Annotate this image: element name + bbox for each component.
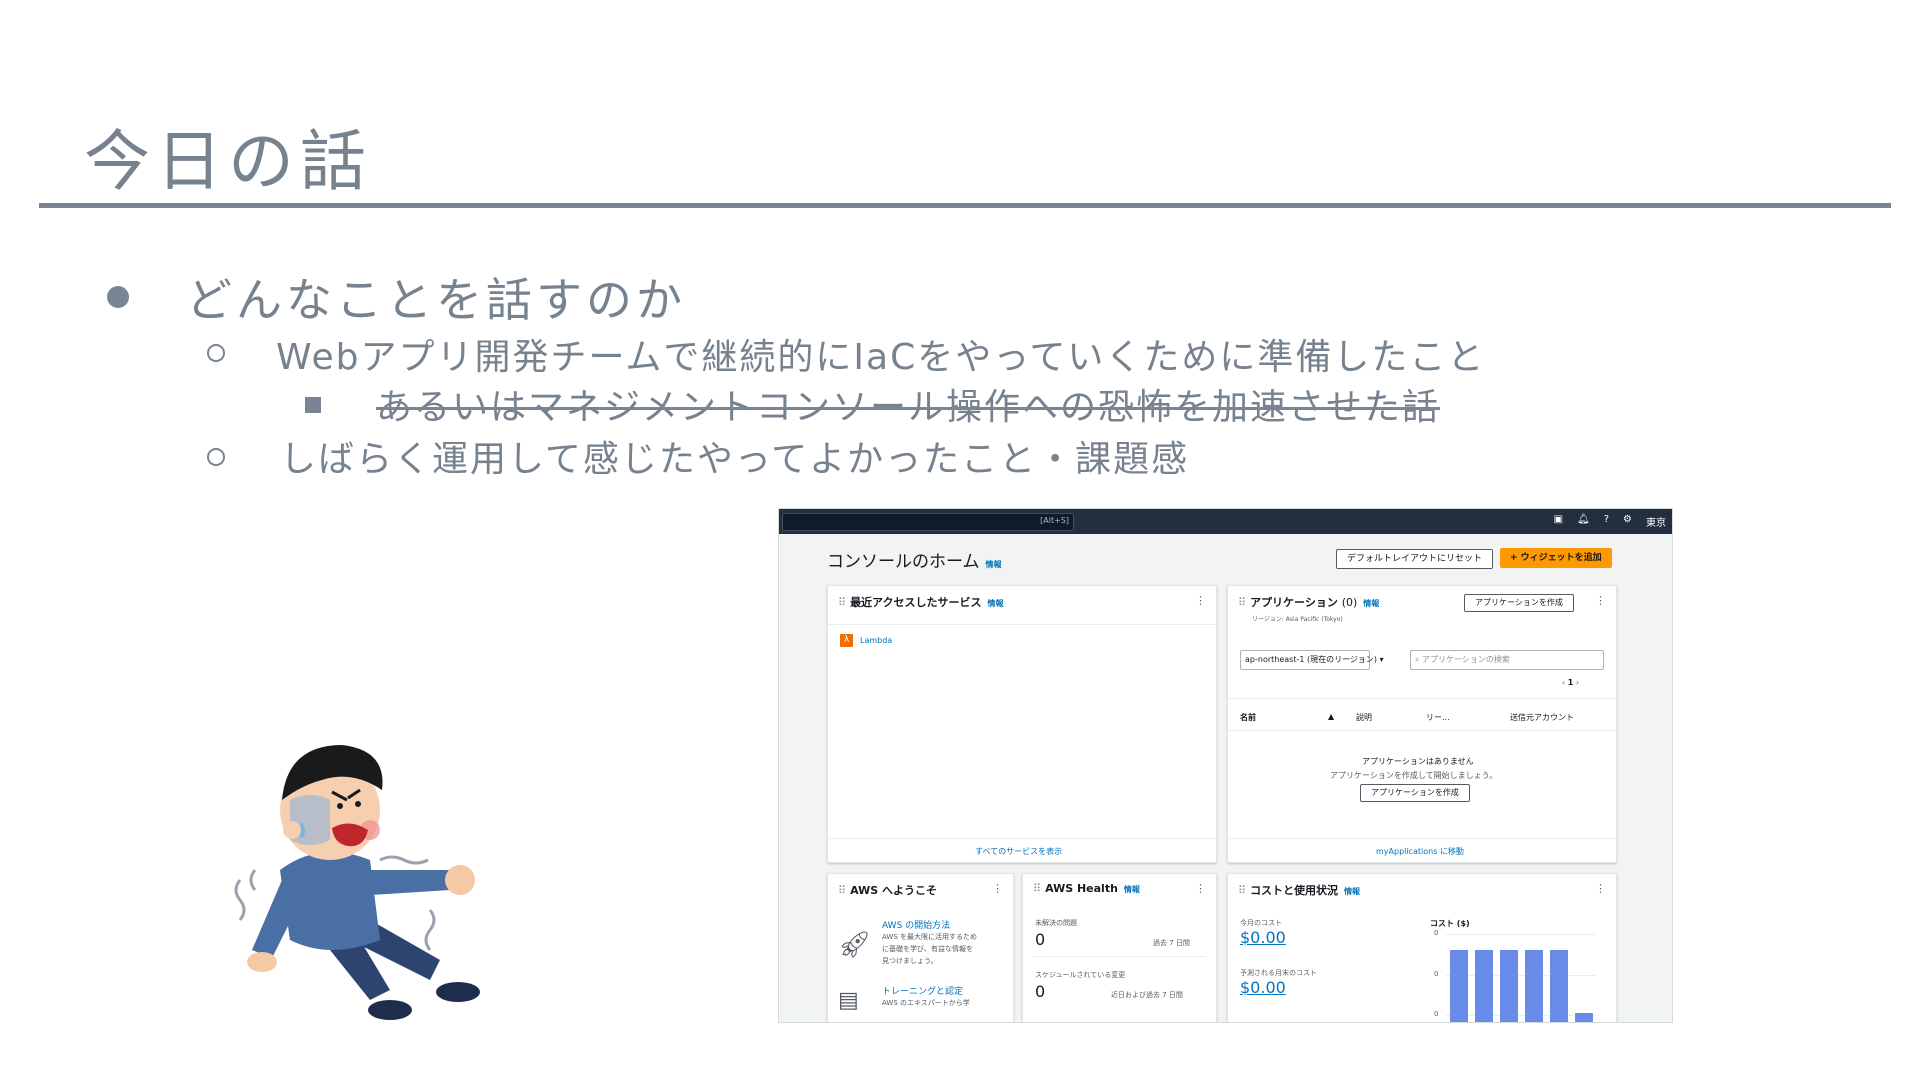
certificate-icon: ▤ xyxy=(838,988,859,1013)
column-header-region[interactable]: リー... xyxy=(1426,712,1450,723)
y-tick-label: 0 xyxy=(1434,969,1439,978)
title-divider xyxy=(39,203,1891,208)
search-shortcut-hint: [Alt+S] xyxy=(1040,516,1069,525)
applications-card: ⠿ アプリケーション (0) 情報 リージョン: Asia Pacific (Tok… xyxy=(1227,585,1617,863)
region-select[interactable]: ap-northeast-1 (現在のリージョン) ▾ xyxy=(1240,650,1384,670)
open-issues-value: 0 xyxy=(1035,930,1046,949)
drag-handle-icon[interactable]: ⠿ xyxy=(1238,884,1246,897)
welcome-desc-line: 見つけましょう。 xyxy=(882,957,938,965)
current-month-cost-value[interactable]: $0.00 xyxy=(1240,928,1286,947)
card-title: ⠿ コストと使用状況 情報 xyxy=(1238,884,1361,897)
frightened-man-illustration xyxy=(234,745,480,1020)
bullet-dot xyxy=(107,286,129,308)
forecast-cost-label: 予測される月末のコスト xyxy=(1240,969,1317,977)
help-icon[interactable]: ? xyxy=(1604,514,1609,529)
cost-bar[interactable] xyxy=(1475,950,1493,1022)
search-input[interactable]: [Alt+S] xyxy=(782,513,1074,531)
info-link[interactable]: 情報 xyxy=(1124,885,1140,894)
card-title: ⠿ AWS Health 情報 xyxy=(1033,882,1140,895)
cost-usage-card: ⠿ コストと使用状況 情報 ⋮ 今月のコスト $0.00 予測される月末のコスト $… xyxy=(1227,873,1617,1022)
current-month-cost-label: 今月のコスト xyxy=(1240,919,1282,927)
bullet-level1: どんなことを話すのか xyxy=(186,273,686,327)
drag-handle-icon[interactable]: ⠿ xyxy=(838,596,846,609)
console-home-title: コンソールのホーム 情報 xyxy=(827,552,1002,572)
column-header-source-account[interactable]: 送信元アカウント xyxy=(1510,712,1574,723)
info-link[interactable]: 情報 xyxy=(986,560,1002,569)
gridline xyxy=(1446,1015,1596,1016)
training-certification-link[interactable]: トレーニングと認定 xyxy=(882,984,963,997)
forecast-cost-value[interactable]: $0.00 xyxy=(1240,978,1286,997)
bullet-level3-struck: あるいはマネジメントコンソール操作への恐怖を加速させた話 xyxy=(376,387,1441,428)
aws-console-screenshot: [Alt+S] ▣ 🔔︎ ? ⚙ 東京 コンソールのホーム 情報 デフォルトレイア… xyxy=(778,508,1673,1023)
cost-chart-title: コスト ($) xyxy=(1430,919,1470,928)
add-widget-button[interactable]: + ウィジェットを追加 xyxy=(1500,548,1612,568)
scheduled-changes-value: 0 xyxy=(1035,982,1046,1001)
apps-region-label: リージョン: Asia Pacific (Tokyo) xyxy=(1252,616,1343,623)
cost-bar[interactable] xyxy=(1550,950,1568,1022)
bullet-square xyxy=(305,397,321,413)
view-all-services-link[interactable]: すべてのサービスを表示 xyxy=(975,846,1062,857)
gridline xyxy=(1446,934,1596,935)
cost-bar[interactable] xyxy=(1525,950,1543,1022)
more-options-icon[interactable]: ⋮ xyxy=(1595,882,1606,895)
bullet-level2-retro: しばらく運用して感じたやってよかったこと・課題感 xyxy=(280,439,1190,480)
lambda-icon: λ xyxy=(840,634,853,647)
info-link[interactable]: 情報 xyxy=(988,599,1004,608)
getting-started-link[interactable]: AWS の開始方法 xyxy=(882,918,950,931)
empty-state-title: アプリケーションはありません xyxy=(1362,757,1474,766)
card-title: ⠿ アプリケーション (0) 情報 xyxy=(1238,596,1380,609)
console-topbar: [Alt+S] ▣ 🔔︎ ? ⚙ 東京 xyxy=(779,509,1672,534)
column-header-description[interactable]: 説明 xyxy=(1356,712,1372,723)
myapplications-link[interactable]: myApplications に移動 xyxy=(1376,846,1464,857)
drag-handle-icon[interactable]: ⠿ xyxy=(1238,596,1246,609)
bullet-ring xyxy=(207,344,225,362)
empty-create-application-button[interactable]: アプリケーションを作成 xyxy=(1360,784,1470,802)
drag-handle-icon[interactable]: ⠿ xyxy=(838,884,846,897)
open-issues-label: 未解決の問題 xyxy=(1035,919,1077,927)
rocket-icon: 🚀︎ xyxy=(838,930,872,960)
bullet-level2-iac-prep: Webアプリ開発チームで継続的にIaCをやっていくために準備したこと xyxy=(276,337,1486,378)
info-link[interactable]: 情報 xyxy=(1363,599,1379,608)
pagination[interactable]: ‹ 1 › xyxy=(1562,678,1579,687)
drag-handle-icon[interactable]: ⠿ xyxy=(1033,882,1041,895)
card-title: ⠿ AWS へようこそ xyxy=(838,884,937,897)
reset-layout-button[interactable]: デフォルトレイアウトにリセット xyxy=(1336,549,1494,569)
region-selector[interactable]: 東京 xyxy=(1646,514,1666,529)
bullet-ring xyxy=(207,448,225,466)
card-title: ⠿ 最近アクセスしたサービス 情報 xyxy=(838,596,1004,609)
more-options-icon[interactable]: ⋮ xyxy=(1195,882,1206,895)
welcome-desc-line: AWS のエキスパートから学 xyxy=(882,999,970,1007)
more-options-icon[interactable]: ⋮ xyxy=(1195,594,1206,607)
scheduled-changes-label: スケジュールされている変更 xyxy=(1035,971,1126,979)
y-tick-label: 0 xyxy=(1434,929,1439,937)
more-options-icon[interactable]: ⋮ xyxy=(1595,594,1606,607)
gear-icon[interactable]: ⚙ xyxy=(1623,514,1632,529)
cost-bar[interactable] xyxy=(1575,1013,1593,1022)
column-header-name[interactable]: 名前 xyxy=(1240,712,1256,723)
sort-asc-icon[interactable]: ▲ xyxy=(1328,712,1334,721)
aws-health-card: ⠿ AWS Health 情報 ⋮ 未解決の問題 0 過去 7 日間 スケジュールさ… xyxy=(1022,873,1217,1022)
cost-bar[interactable] xyxy=(1500,950,1518,1022)
welcome-desc-line: に基礎を学び、有益な情報を xyxy=(882,945,973,953)
recent-service-link[interactable]: Lambda xyxy=(860,636,892,645)
scheduled-changes-period: 近日および過去 7 日間 xyxy=(1111,991,1183,999)
cloudshell-icon[interactable]: ▣ xyxy=(1554,514,1563,529)
cost-bar[interactable] xyxy=(1450,950,1468,1022)
more-options-icon[interactable]: ⋮ xyxy=(992,882,1003,895)
gridline xyxy=(1446,974,1596,976)
recent-services-card: ⠿ 最近アクセスしたサービス 情報 ⋮ λ Lambda すべてのサービスを表示 xyxy=(827,585,1217,863)
y-tick-label: 0 xyxy=(1434,1010,1439,1018)
info-link[interactable]: 情報 xyxy=(1344,887,1360,896)
slide-title: 今日の話 xyxy=(84,123,372,200)
empty-state-body: アプリケーションを作成して開始しましょう。 xyxy=(1330,771,1498,780)
bell-icon[interactable]: 🔔︎ xyxy=(1577,514,1590,529)
open-issues-period: 過去 7 日間 xyxy=(1153,939,1190,947)
application-search-input[interactable]: ⌕ アプリケーションの検索 xyxy=(1410,650,1604,670)
welcome-card: ⠿ AWS へようこそ ⋮ 🚀︎ AWS の開始方法 AWS を最大限に活用するた… xyxy=(827,873,1014,1022)
welcome-desc-line: AWS を最大限に活用するため xyxy=(882,933,977,941)
create-application-button[interactable]: アプリケーションを作成 xyxy=(1464,594,1574,612)
